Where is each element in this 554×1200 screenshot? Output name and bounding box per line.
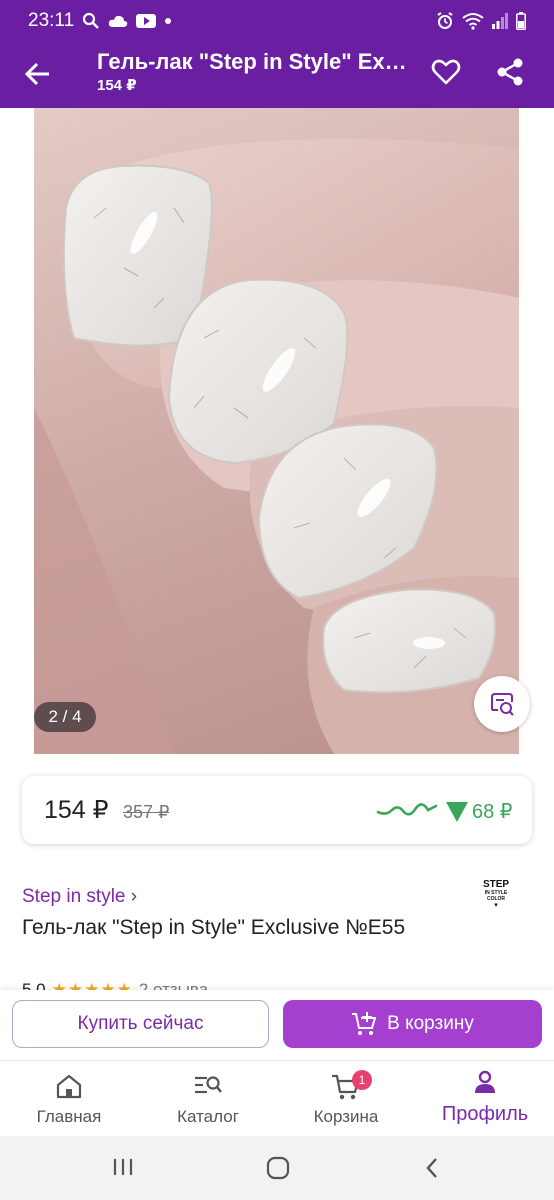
- buy-now-button[interactable]: Купить сейчас: [12, 1000, 269, 1048]
- brand-logo: STEP IN STYLE COLOR ▾: [476, 880, 516, 916]
- image-search-icon: [491, 693, 514, 716]
- status-bar: 23:11: [0, 0, 554, 42]
- brand-logo-mark: ▾: [494, 902, 498, 909]
- wifi-icon: [462, 13, 484, 30]
- nav-item-cart[interactable]: Корзина: [277, 1061, 415, 1137]
- price-card[interactable]: 154 ₽ 357 ₽ 68 ₽: [22, 776, 532, 844]
- old-price: 357 ₽: [123, 802, 170, 822]
- system-navigation-bar: [0, 1136, 554, 1200]
- price-drop-value: 68 ₽: [472, 801, 513, 823]
- add-to-cart-label: В корзину: [387, 1013, 474, 1034]
- back-arrow-icon[interactable]: [22, 58, 54, 90]
- add-to-cart-button[interactable]: В корзину: [283, 1000, 542, 1048]
- cloud-icon: [108, 15, 128, 27]
- nav-label-home: Главная: [36, 1107, 102, 1126]
- nav-item-profile[interactable]: Профиль: [416, 1061, 554, 1137]
- buy-now-label: Купить сейчас: [77, 1013, 204, 1034]
- heart-icon[interactable]: [430, 56, 462, 88]
- share-icon[interactable]: [494, 56, 526, 88]
- product-photo[interactable]: [34, 108, 519, 754]
- down-triangle-icon: [446, 801, 468, 822]
- app-bar: Гель-лак "Step in Style" Exclusive №E55 …: [0, 42, 554, 108]
- nav-label-cart: Корзина: [313, 1107, 379, 1126]
- price-drop: 68 ₽: [446, 799, 513, 824]
- dot-icon: [165, 18, 172, 24]
- current-price: 154 ₽: [44, 796, 109, 824]
- page-title: Гель-лак "Step in Style" Exclusive №E55: [97, 49, 417, 74]
- home-button-icon[interactable]: [266, 1156, 290, 1185]
- product-name: Гель-лак "Step in Style" Exclusive №E55: [22, 916, 406, 939]
- price-trend-sparkline-icon: [376, 803, 438, 816]
- signal-icon: [492, 13, 508, 29]
- brand-link[interactable]: Step in style ›: [22, 886, 137, 908]
- status-time: 23:11: [28, 10, 75, 31]
- bottom-navigation: Главная Каталог Корзина 1 Профиль: [0, 1060, 554, 1137]
- alarm-icon: [437, 12, 453, 29]
- cart-badge: 1: [352, 1070, 372, 1090]
- brand-logo-line: STEP: [482, 879, 510, 890]
- nav-label-catalog: Каталог: [177, 1107, 239, 1126]
- catalog-search-icon: [195, 1076, 222, 1094]
- nav-item-catalog[interactable]: Каталог: [139, 1061, 277, 1137]
- battery-icon: [516, 12, 526, 30]
- search-icon: [83, 12, 99, 29]
- nav-label-profile: Профиль: [441, 1103, 529, 1125]
- home-icon: [56, 1074, 82, 1099]
- gallery-counter: 2 / 4: [34, 702, 96, 732]
- back-button-icon[interactable]: [424, 1156, 440, 1185]
- add-to-cart-icon: [352, 1012, 377, 1035]
- page-subtitle-price: 154 ₽: [97, 77, 137, 94]
- profile-icon: [475, 1070, 495, 1093]
- nav-item-home[interactable]: Главная: [0, 1061, 138, 1137]
- app-bar-title-block: Гель-лак "Step in Style" Exclusive №E55 …: [97, 48, 417, 96]
- recent-apps-icon[interactable]: [112, 1156, 134, 1183]
- purchase-actions: Купить сейчас В корзину: [0, 990, 554, 1060]
- zoom-search-button[interactable]: [474, 676, 530, 732]
- youtube-icon: [136, 14, 157, 28]
